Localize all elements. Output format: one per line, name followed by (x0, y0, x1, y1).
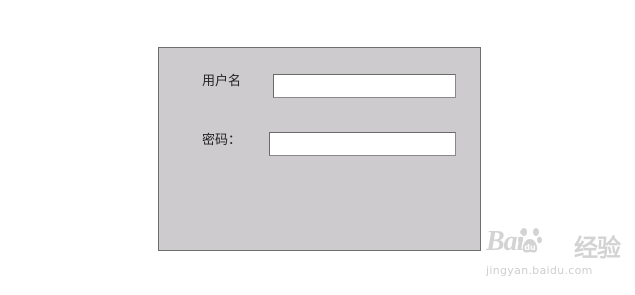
watermark-brand-right: 经验 (574, 234, 621, 262)
watermark-url: jingyan.baidu.com (486, 264, 593, 277)
watermark-brand-left: Bai (486, 226, 524, 257)
username-input[interactable] (273, 74, 456, 98)
password-input[interactable] (269, 132, 456, 156)
baidu-jingyan-watermark: Bai du 经验 jingyan.baidu.com (484, 222, 634, 292)
baidu-paw-icon: du (518, 228, 542, 253)
page: 用户名 密码： Bai du 经验 jingyan.baidu.com (0, 0, 635, 295)
svg-text:du: du (524, 243, 536, 252)
username-label: 用户名 (202, 74, 242, 89)
login-form-panel: 用户名 密码： (158, 47, 481, 251)
watermark-logo: Bai du 经验 (484, 222, 634, 262)
password-label: 密码： (202, 133, 242, 148)
